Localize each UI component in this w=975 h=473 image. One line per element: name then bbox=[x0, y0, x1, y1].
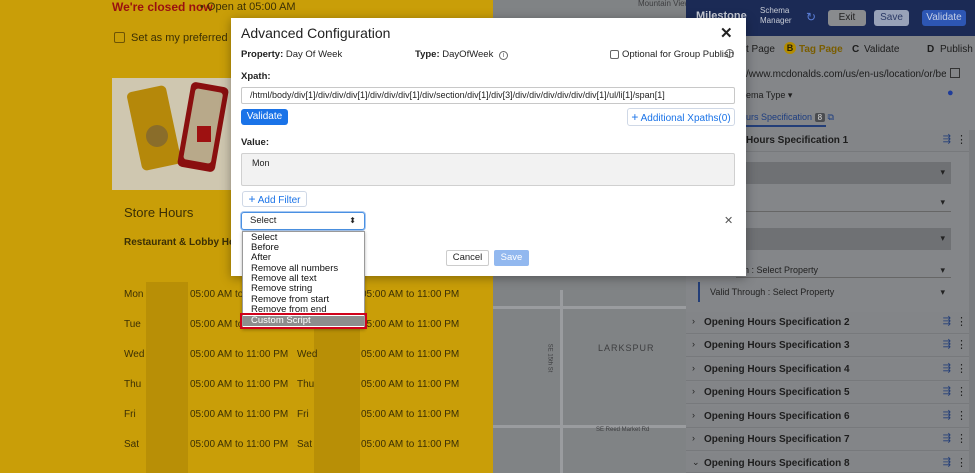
tab-page[interactable]: t Page bbox=[746, 44, 775, 55]
schedule-row: Mon 05:00 AM to 11:00 PM bbox=[124, 289, 289, 300]
group-publish-info-icon[interactable]: i bbox=[725, 49, 734, 58]
schedule-shade bbox=[146, 282, 188, 473]
group-publish-checkbox[interactable] bbox=[610, 50, 619, 59]
schedule-row: Tue 05:00 AM to 11:00 PM bbox=[124, 319, 289, 330]
spec-5-header[interactable]: › Opening Hours Specification 5 ⇶ ⋮ bbox=[686, 382, 975, 404]
tab-publish[interactable]: Publish bbox=[940, 44, 973, 55]
valid-from-field[interactable]: n : Select Property ▾ bbox=[736, 262, 951, 278]
store-hours-title: Store Hours bbox=[124, 205, 194, 220]
map-road-2 bbox=[493, 425, 686, 428]
property-info: Property: Day Of Week bbox=[241, 49, 343, 60]
xpath-input[interactable]: /html/body/div[1]/div/div/div[1]/div/div… bbox=[241, 87, 735, 104]
refresh-icon[interactable]: ↻ bbox=[806, 10, 816, 24]
spec-8-header[interactable]: ⌄ Opening Hours Specification 8 ⇶ ⋮ bbox=[686, 453, 975, 473]
restaurant-lobby-heading: Restaurant & Lobby Ho bbox=[124, 237, 236, 248]
value-textarea[interactable]: Mon bbox=[241, 153, 735, 186]
add-rows-icon[interactable]: ⇶ bbox=[943, 134, 951, 145]
select-arrows-icon: ⬍ bbox=[349, 216, 356, 225]
closed-status: We're closed now bbox=[112, 0, 213, 14]
filter-select[interactable]: Select ⬍ bbox=[241, 212, 365, 230]
option-after[interactable]: After bbox=[243, 252, 364, 263]
promo-image bbox=[112, 78, 235, 190]
additional-xpaths-button[interactable]: + Additional Xpaths(0) bbox=[627, 108, 735, 126]
exit-button[interactable]: Exit bbox=[828, 10, 866, 26]
map-label-street: SE 15th St bbox=[546, 343, 553, 373]
map-road bbox=[493, 306, 686, 309]
tab-tag-page[interactable]: Tag Page bbox=[799, 44, 843, 55]
tab-validate[interactable]: Validate bbox=[864, 44, 899, 55]
add-rows-icon[interactable]: ⇶ bbox=[943, 363, 951, 374]
more-icon[interactable]: ⋮ bbox=[956, 133, 967, 146]
schedule-row: Sat 05:00 AM to 11:00 PM bbox=[297, 439, 460, 450]
group-publish-label: Optional for Group Publish bbox=[622, 49, 734, 60]
schema-type-selector[interactable]: ema Type ▾ bbox=[746, 90, 792, 101]
schedule-row: Sat 05:00 AM to 11:00 PM bbox=[124, 439, 289, 450]
spec-4-header[interactable]: › Opening Hours Specification 4 ⇶ ⋮ bbox=[686, 359, 975, 381]
more-icon[interactable]: ⋮ bbox=[956, 385, 967, 398]
more-icon[interactable]: ⋮ bbox=[956, 315, 967, 328]
add-rows-icon[interactable]: ⇶ bbox=[943, 316, 951, 327]
property-row-2[interactable]: k▾ bbox=[736, 194, 951, 212]
tab-publish-badge: D bbox=[927, 44, 935, 55]
value-label: Value: bbox=[241, 137, 269, 148]
spec-7-header[interactable]: › Opening Hours Specification 7 ⇶ ⋮ bbox=[686, 429, 975, 451]
tab-underline bbox=[736, 125, 826, 127]
spec-3-header[interactable]: › Opening Hours Specification 3 ⇶ ⋮ bbox=[686, 335, 975, 357]
more-icon[interactable]: ⋮ bbox=[956, 456, 967, 469]
spec-6-header[interactable]: › Opening Hours Specification 6 ⇶ ⋮ bbox=[686, 406, 975, 428]
brand-subtitle: Schema Manager bbox=[760, 6, 792, 25]
add-rows-icon[interactable]: ⇶ bbox=[943, 433, 951, 444]
open-url-icon[interactable] bbox=[950, 68, 960, 78]
schedule-row: Thu 05:00 AM to 11:00 PM bbox=[297, 379, 460, 390]
page-url: /www.mcdonalds.com/us/en-us/location/or/… bbox=[746, 69, 946, 80]
preferred-checkbox[interactable] bbox=[114, 32, 125, 43]
spec-2-header[interactable]: › Opening Hours Specification 2 ⇶ ⋮ bbox=[686, 312, 975, 334]
phone-illustration-icon bbox=[127, 82, 229, 172]
add-rows-icon[interactable]: ⇶ bbox=[943, 457, 951, 468]
property-row-1[interactable]: ▾ bbox=[736, 162, 951, 184]
more-icon[interactable]: ⋮ bbox=[956, 409, 967, 422]
lightbulb-icon[interactable]: ● bbox=[947, 87, 954, 99]
open-time: • Open at 05:00 AM bbox=[200, 1, 296, 13]
tab-tag-page-badge: B bbox=[784, 42, 796, 54]
option-remove-string[interactable]: Remove string bbox=[243, 283, 364, 294]
panel-scrollbar[interactable] bbox=[969, 130, 975, 473]
type-info-icon[interactable]: i bbox=[498, 51, 508, 60]
more-icon[interactable]: ⋮ bbox=[956, 432, 967, 445]
map-label-larkspur: LARKSPUR bbox=[598, 343, 655, 353]
add-filter-button[interactable]: + Add Filter bbox=[242, 191, 307, 207]
map-label-street2: SE Reed Market Rd bbox=[596, 427, 650, 433]
schedule-row: Fri 05:00 AM to 11:00 PM bbox=[124, 409, 289, 420]
map-road-vertical bbox=[560, 290, 563, 473]
remove-filter-icon[interactable]: ✕ bbox=[724, 214, 733, 227]
panel-save-button[interactable]: Save bbox=[874, 10, 909, 26]
preferred-location-label: Set as my preferred loc bbox=[131, 32, 245, 44]
tab-validate-badge: C bbox=[852, 44, 860, 55]
schedule-row: Wed 05:00 AM to 11:00 PM bbox=[124, 349, 289, 360]
schedule-row: Wed 05:00 AM to 11:00 PM bbox=[297, 349, 460, 360]
plus-icon: + bbox=[631, 110, 639, 124]
more-icon[interactable]: ⋮ bbox=[956, 362, 967, 375]
more-icon[interactable]: ⋮ bbox=[956, 338, 967, 351]
property-row-3[interactable]: ▾ bbox=[736, 228, 951, 250]
add-rows-icon[interactable]: ⇶ bbox=[943, 410, 951, 421]
type-info: Type: DayOfWeek i bbox=[415, 49, 508, 60]
dialog-title: Advanced Configuration bbox=[241, 25, 391, 41]
cancel-button[interactable]: Cancel bbox=[446, 250, 489, 266]
schedule-row: Fri 05:00 AM to 11:00 PM bbox=[297, 409, 460, 420]
close-icon[interactable]: ✕ bbox=[720, 24, 733, 42]
xpath-label: Xpath: bbox=[241, 71, 271, 82]
custom-script-highlight bbox=[240, 313, 367, 329]
hours-spec-tab[interactable]: urs Specification 8 ⧉ bbox=[746, 112, 834, 123]
add-rows-icon[interactable]: ⇶ bbox=[943, 339, 951, 350]
add-rows-icon[interactable]: ⇶ bbox=[943, 386, 951, 397]
panel-validate-button[interactable]: Validate bbox=[922, 10, 966, 26]
plus-icon: + bbox=[248, 192, 256, 206]
validate-xpath-button[interactable]: Validate bbox=[241, 109, 288, 125]
save-button[interactable]: Save bbox=[494, 250, 529, 266]
valid-through-field[interactable]: Valid Through : Select Property ▾ bbox=[698, 282, 951, 302]
schedule-row: Thu 05:00 AM to 11:00 PM bbox=[124, 379, 289, 390]
